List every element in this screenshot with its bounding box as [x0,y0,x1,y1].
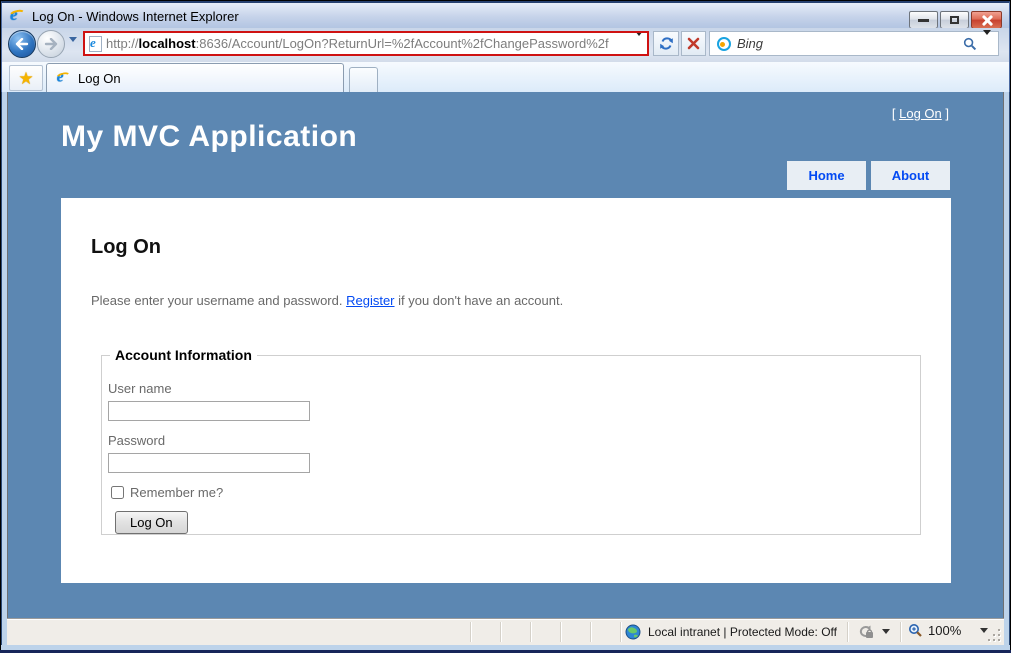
log-on-button[interactable]: Log On [115,511,188,534]
zoom-level: 100% [928,623,961,638]
navigation-toolbar: e http://localhost:8636/Account/LogOn?Re… [1,28,1010,62]
search-placeholder: Bing [737,36,957,51]
globe-icon [625,624,641,640]
zoom-icon [908,623,923,638]
remember-me-label: Remember me? [130,485,223,500]
stop-button[interactable] [681,31,706,56]
main-menu: Home About [787,161,950,190]
site-title: My MVC Application [61,120,357,154]
bing-logo-icon [717,37,731,51]
username-field[interactable] [108,401,310,421]
address-bar[interactable]: e http://localhost:8636/Account/LogOn?Re… [83,31,649,56]
ie-logo-icon: e [10,8,26,24]
tab-bar: ★ e Log On [1,62,1010,92]
status-separator [847,622,848,642]
forward-button[interactable] [37,30,65,58]
favorites-button[interactable]: ★ [9,65,43,91]
remember-me-row: Remember me? [111,485,920,500]
register-link[interactable]: Register [346,293,394,308]
window-title: Log On - Windows Internet Explorer [32,9,239,24]
tab-label: Log On [78,71,121,86]
password-field[interactable] [108,453,310,473]
status-separator [560,622,561,642]
status-bar: Local intranet | Protected Mode: Off [7,618,1004,645]
nav-home[interactable]: Home [787,161,866,190]
chevron-down-icon [882,629,890,634]
resize-grip[interactable] [988,629,1000,641]
window-controls [909,11,1002,29]
chevron-down-icon [69,37,77,59]
page-viewport: [ Log On ] My MVC Application Home About… [7,92,1004,618]
address-dropdown[interactable] [635,36,643,51]
log-on-link[interactable]: Log On [899,106,942,121]
zone-text: Local intranet | Protected Mode: Off [648,625,837,639]
refresh-icon [659,36,674,51]
window-frame-right [1004,92,1010,650]
recent-pages-dropdown[interactable] [69,42,77,60]
search-dropdown[interactable] [983,35,991,53]
tab-favicon-icon: e [57,71,71,85]
status-separator [590,622,591,642]
security-report-control[interactable] [857,624,890,639]
minimize-icon [918,19,929,22]
back-arrow-icon [15,38,29,50]
main-content: Log On Please enter your username and pa… [61,198,951,583]
browser-window: e Log On - Windows Internet Explorer e h… [0,0,1011,653]
security-refresh-lock-icon [857,624,874,639]
status-separator [470,622,471,642]
remember-me-checkbox[interactable] [111,486,124,499]
account-information-fieldset: Account Information User name Password R… [101,347,921,535]
minimize-button[interactable] [909,11,938,29]
chevron-down-icon [983,30,991,52]
username-label: User name [108,381,920,396]
nav-about[interactable]: About [871,161,950,190]
login-display: [ Log On ] [892,106,949,121]
close-icon [981,15,992,26]
maximize-button[interactable] [940,11,969,29]
status-separator [530,622,531,642]
search-icon[interactable] [963,37,977,51]
refresh-button[interactable] [653,31,679,56]
close-button[interactable] [971,11,1002,29]
title-group: e Log On - Windows Internet Explorer [10,8,239,24]
status-separator [500,622,501,642]
fieldset-legend: Account Information [110,347,257,363]
security-zone[interactable]: Local intranet | Protected Mode: Off [625,624,837,640]
chevron-down-icon [635,31,643,51]
new-tab-button[interactable] [349,67,378,92]
page-title: Log On [91,236,161,259]
status-separator [620,622,621,642]
favorites-star-icon: ★ [18,70,33,87]
search-box[interactable]: Bing [709,31,999,56]
url-text[interactable]: http://localhost:8636/Account/LogOn?Retu… [106,36,627,51]
zoom-control[interactable]: 100% [908,623,988,638]
page-icon: e [89,36,102,52]
intro-text: Please enter your username and password.… [91,293,563,308]
tab-log-on[interactable]: e Log On [46,63,344,92]
title-bar: e Log On - Windows Internet Explorer [1,1,1010,28]
password-label: Password [108,433,920,448]
forward-arrow-icon [44,38,58,50]
maximize-icon [950,16,959,24]
back-button[interactable] [8,30,36,58]
status-separator [900,622,901,642]
stop-icon [687,37,700,50]
